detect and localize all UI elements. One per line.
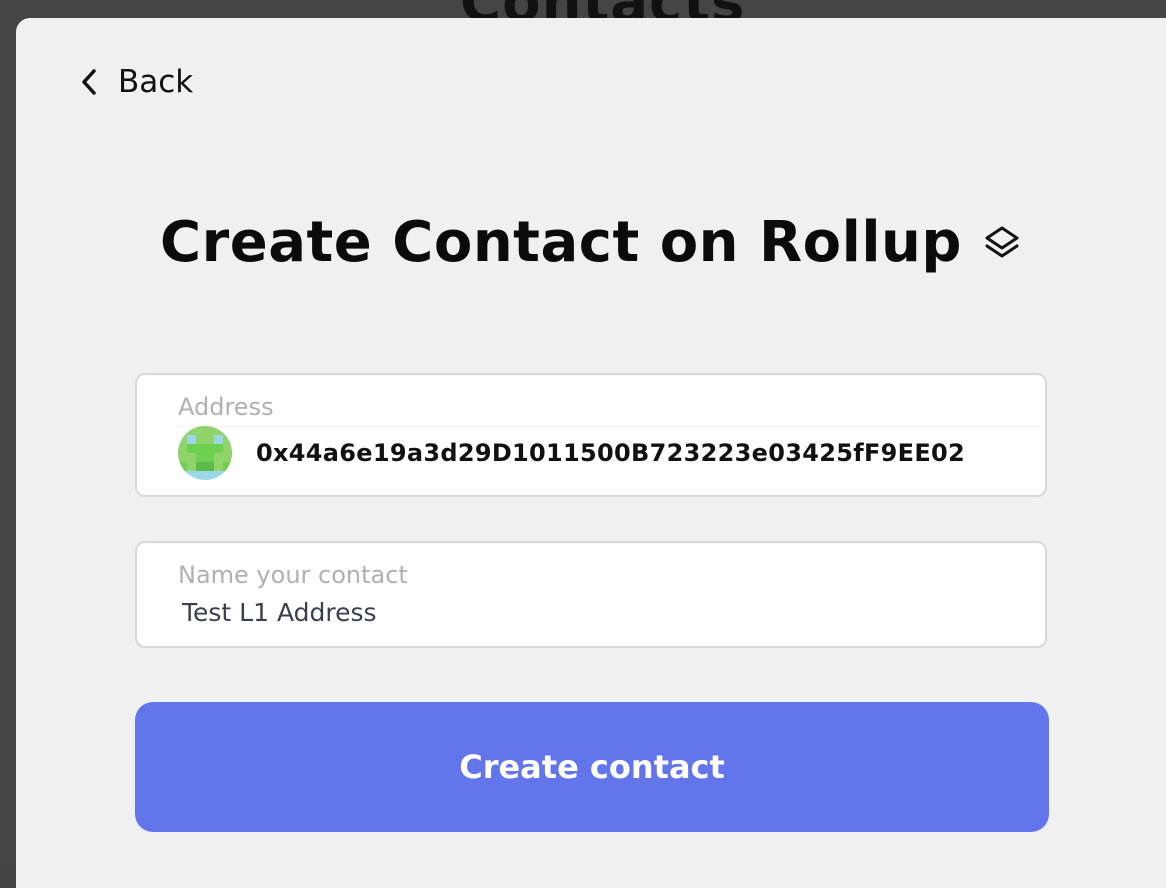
- identicon-pixel: [223, 426, 232, 435]
- identicon-pixel: [214, 435, 223, 444]
- identicon-pixel: [178, 462, 187, 471]
- identicon-pixel: [205, 471, 214, 480]
- identicon-pixel: [223, 462, 232, 471]
- identicon-pixel: [223, 444, 232, 453]
- identicon-pixel: [205, 426, 214, 435]
- identicon-pixel: [214, 471, 223, 480]
- identicon-pixel: [214, 453, 223, 462]
- back-label: Back: [118, 64, 194, 100]
- identicon-pixel: [178, 444, 187, 453]
- identicon-pixel: [178, 471, 187, 480]
- title-row: Create Contact on Rollup: [16, 210, 1166, 275]
- identicon-pixel: [187, 462, 196, 471]
- identicon-pixel: [196, 426, 205, 435]
- identicon-avatar: [178, 426, 232, 480]
- address-label: Address: [178, 393, 274, 421]
- create-contact-button[interactable]: Create contact: [135, 702, 1049, 832]
- contact-name-field[interactable]: Name your contact: [135, 541, 1047, 648]
- identicon-pixel: [187, 426, 196, 435]
- identicon-pixel: [214, 426, 223, 435]
- identicon-pixel: [196, 471, 205, 480]
- identicon-pixel: [205, 453, 214, 462]
- identicon-pixel: [187, 453, 196, 462]
- identicon-pixel: [205, 444, 214, 453]
- identicon-pixel: [187, 471, 196, 480]
- contact-name-label: Name your contact: [178, 561, 408, 589]
- identicon-pixel: [178, 426, 187, 435]
- identicon-pixel: [187, 444, 196, 453]
- identicon-pixel: [223, 435, 232, 444]
- address-row: 0x44a6e19a3d29D1011500B723223e03425fF9EE…: [178, 426, 965, 480]
- identicon-pixel: [178, 435, 187, 444]
- identicon-pixel: [223, 471, 232, 480]
- identicon-pixel: [196, 453, 205, 462]
- identicon-pixel: [214, 444, 223, 453]
- back-button[interactable]: Back: [78, 64, 193, 100]
- chevron-left-icon: [78, 64, 100, 100]
- identicon-pixel: [187, 435, 196, 444]
- contact-name-input[interactable]: [178, 595, 1002, 629]
- identicon-pixel: [214, 462, 223, 471]
- create-contact-modal: Back Create Contact on Rollup Address 0x…: [16, 18, 1166, 888]
- identicon-pixel: [196, 435, 205, 444]
- identicon-pixel: [223, 453, 232, 462]
- address-field[interactable]: Address 0x44a6e19a3d29D1011500B723223e03…: [135, 373, 1047, 497]
- page-title: Create Contact on Rollup: [160, 210, 962, 275]
- identicon-pixel: [196, 462, 205, 471]
- identicon-pixel: [178, 453, 187, 462]
- identicon-pixel: [196, 444, 205, 453]
- address-value: 0x44a6e19a3d29D1011500B723223e03425fF9EE…: [256, 439, 966, 467]
- identicon-pixel: [205, 462, 214, 471]
- identicon-pixel: [205, 435, 214, 444]
- layers-icon: [982, 223, 1022, 263]
